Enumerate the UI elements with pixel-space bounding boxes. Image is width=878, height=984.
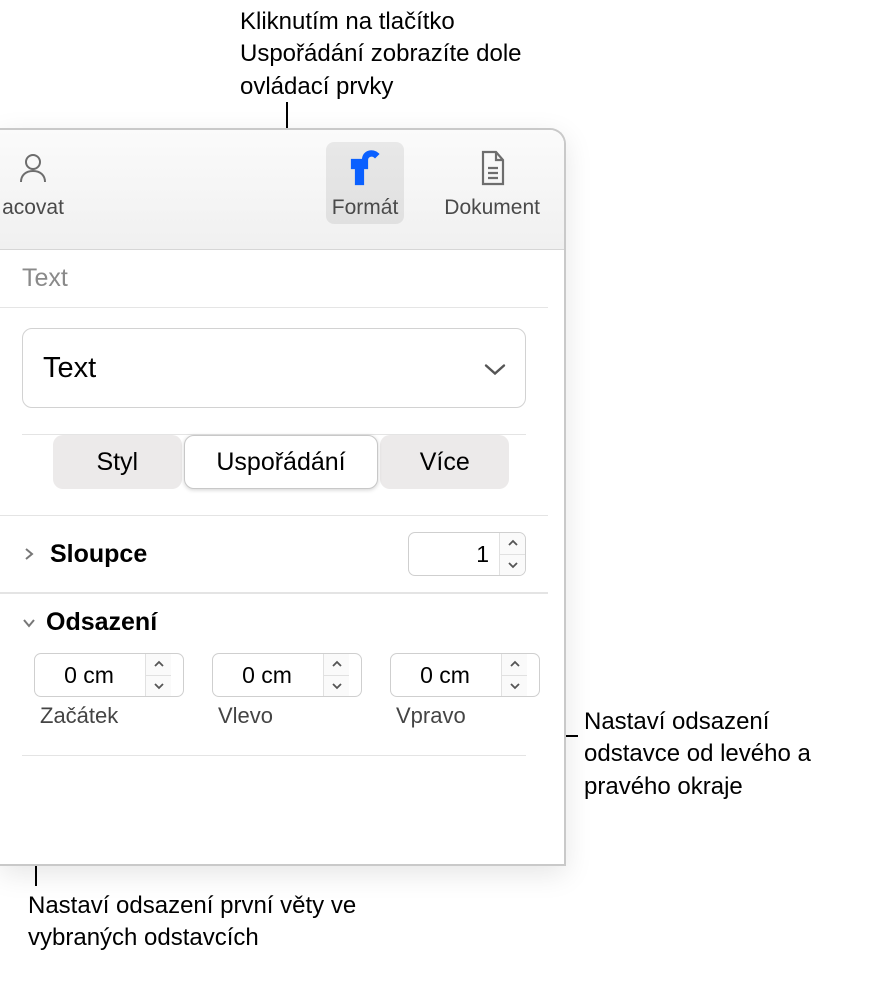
format-icon: [343, 146, 387, 190]
paragraph-style-select[interactable]: Text: [22, 328, 526, 408]
indent-label: Odsazení: [46, 608, 157, 637]
indent-controls: Začátek Vlevo: [22, 653, 526, 729]
stepper-up-icon[interactable]: [146, 654, 171, 676]
indent-right-label: Vpravo: [390, 703, 466, 729]
indent-first-label: Začátek: [34, 703, 118, 729]
indent-left-input[interactable]: [213, 654, 323, 696]
indent-left-column: Vlevo: [212, 653, 362, 729]
tab-more[interactable]: Více: [380, 435, 509, 489]
toolbar-button-document[interactable]: Dokument: [438, 142, 546, 224]
callout-left-right-indent: Nastaví odsazení odstavce od levého a pr…: [584, 706, 864, 803]
stepper-up-icon[interactable]: [502, 654, 527, 676]
tab-style[interactable]: Styl: [53, 435, 182, 489]
callout-first-line-indent: Nastaví odsazení první věty ve vybraných…: [28, 890, 388, 955]
callout-layout-tab: Kliknutím na tlačítko Uspořádání zobrazí…: [240, 6, 560, 103]
indent-left-stepper[interactable]: [212, 653, 362, 697]
stepper-up-icon[interactable]: [324, 654, 349, 676]
columns-input[interactable]: [409, 533, 499, 575]
toolbar-button-format[interactable]: Formát: [326, 142, 405, 224]
toolbar-label: Dokument: [444, 196, 540, 220]
chevron-down-icon[interactable]: [22, 616, 36, 630]
indent-first-column: Začátek: [34, 653, 184, 729]
inspector-window: acovat Formát: [0, 128, 566, 866]
stepper-down-icon[interactable]: [502, 676, 527, 697]
stepper-down-icon[interactable]: [146, 676, 171, 697]
columns-stepper[interactable]: [408, 532, 526, 576]
stepper-down-icon[interactable]: [324, 676, 349, 697]
toolbar-label: acovat: [2, 196, 64, 220]
stepper-down-icon[interactable]: [500, 555, 525, 576]
chevron-down-icon: [483, 352, 507, 385]
tab-layout[interactable]: Uspořádání: [184, 435, 379, 489]
divider: [22, 755, 526, 756]
columns-label: Sloupce: [50, 540, 408, 569]
indent-first-input[interactable]: [35, 654, 145, 696]
toolbar-button-collaborate[interactable]: acovat: [0, 142, 72, 224]
document-icon: [470, 146, 514, 190]
paragraph-style-value: Text: [43, 352, 96, 385]
indent-header: Odsazení: [22, 608, 526, 637]
toolbar: acovat Formát: [0, 130, 564, 250]
indent-right-column: Vpravo: [390, 653, 540, 729]
panel-title: Text: [0, 250, 548, 308]
indent-right-input[interactable]: [391, 654, 501, 696]
indent-first-stepper[interactable]: [34, 653, 184, 697]
collaborate-icon: [11, 146, 55, 190]
chevron-right-icon[interactable]: [22, 547, 40, 561]
columns-row: Sloupce: [0, 515, 548, 593]
indent-right-stepper[interactable]: [390, 653, 540, 697]
indent-left-label: Vlevo: [212, 703, 273, 729]
toolbar-label: Formát: [332, 196, 399, 220]
stepper-up-icon[interactable]: [500, 533, 525, 555]
inspector-panel: Text Text Styl Uspořádání Více Sloupce: [0, 250, 564, 756]
text-subtabs: Styl Uspořádání Více: [52, 435, 510, 489]
indent-section: Odsazení Začátek: [0, 593, 548, 737]
